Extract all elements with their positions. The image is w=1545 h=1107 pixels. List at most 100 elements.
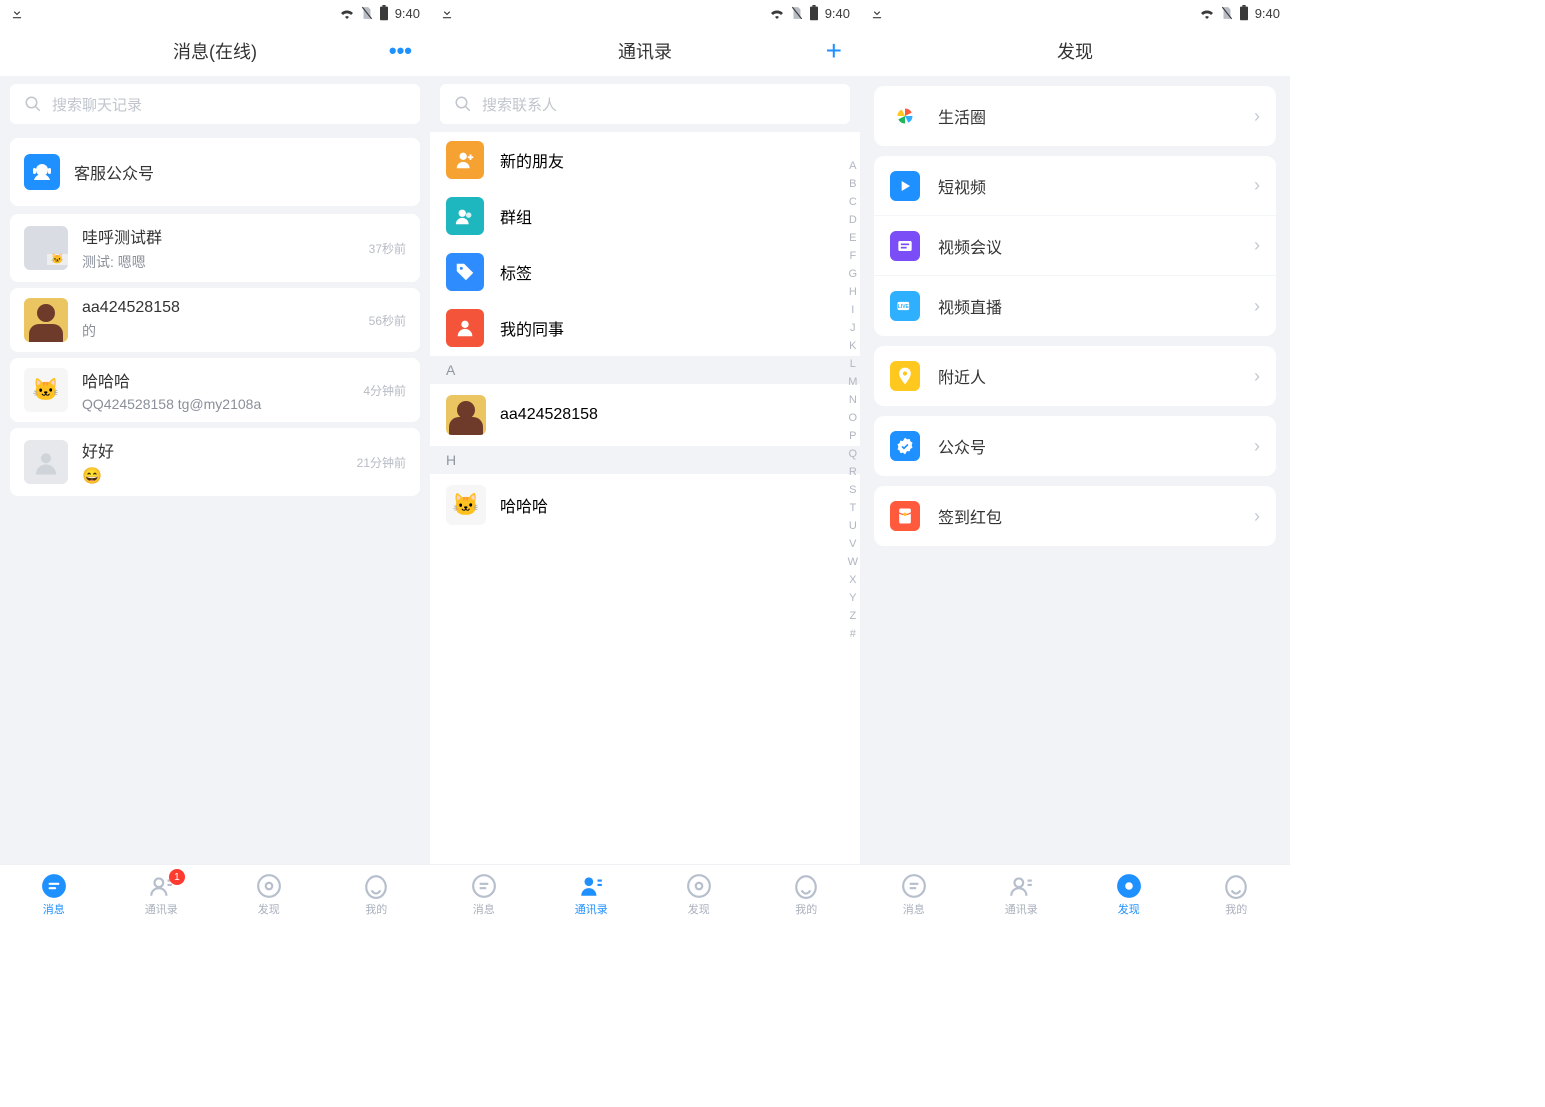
screen-contacts: 9:40 通讯录 + 搜索联系人 新的朋友 群组 (430, 0, 860, 924)
service-icon (24, 154, 60, 190)
search-bar[interactable]: 搜索聊天记录 (10, 84, 420, 124)
index-letter[interactable]: H (848, 286, 858, 302)
discover-row[interactable]: 公众号› (874, 416, 1276, 476)
index-letter[interactable]: F (848, 250, 858, 266)
chat-icon (471, 873, 497, 899)
chat-row[interactable]: 🐱 哇呼测试群 测试: 嗯嗯 37秒前 (10, 214, 420, 282)
menu-groups[interactable]: 群组 (430, 188, 860, 244)
no-sim-icon (791, 6, 803, 20)
discover-row[interactable]: 生活圈› (874, 86, 1276, 146)
chat-name: aa424528158 (82, 299, 361, 317)
redpacket-icon (890, 501, 920, 531)
index-letter[interactable]: E (848, 232, 858, 248)
discover-row[interactable]: 短视频› (874, 156, 1276, 216)
index-letter[interactable]: S (848, 484, 858, 500)
nav-label: 通讯录 (145, 901, 178, 917)
badgecheck-icon (890, 431, 920, 461)
chat-row[interactable]: aa424528158 的 56秒前 (10, 288, 420, 352)
index-letter[interactable]: L (848, 358, 858, 374)
discover-row[interactable]: LIVE视频直播› (874, 276, 1276, 336)
discover-icon (1116, 873, 1142, 899)
index-letter[interactable]: Q (848, 448, 858, 464)
battery-icon (809, 5, 819, 21)
index-letter[interactable]: V (848, 538, 858, 554)
more-button[interactable]: ••• (389, 38, 412, 64)
menu-tags[interactable]: 标签 (430, 244, 860, 300)
menu-label: 新的朋友 (500, 148, 564, 172)
nav-discover[interactable]: 发现 (215, 865, 323, 924)
nav-contacts[interactable]: 通讯录 (538, 865, 646, 924)
nav-contacts[interactable]: 1 通讯录 (108, 865, 216, 924)
nav-messages[interactable]: 消息 (0, 865, 108, 924)
discover-row[interactable]: 视频会议› (874, 216, 1276, 276)
nav-label: 通讯录 (1005, 901, 1038, 917)
index-letter[interactable]: A (848, 160, 858, 176)
index-letter[interactable]: X (848, 574, 858, 590)
discover-group: 短视频›视频会议›LIVE视频直播› (874, 156, 1276, 336)
menu-new-friends[interactable]: 新的朋友 (430, 132, 860, 188)
live-icon: LIVE (890, 291, 920, 321)
index-letter[interactable]: D (848, 214, 858, 230)
contact-row[interactable]: 🐱 哈哈哈 (430, 474, 860, 536)
download-icon (10, 6, 24, 20)
index-letter[interactable]: # (848, 628, 858, 644)
badge: 1 (169, 869, 185, 885)
mine-icon (1223, 873, 1249, 899)
discover-icon (256, 873, 282, 899)
nav-mine[interactable]: 我的 (1183, 865, 1291, 924)
nav-messages[interactable]: 消息 (430, 865, 538, 924)
index-letter[interactable]: Z (848, 610, 858, 626)
search-bar[interactable]: 搜索联系人 (440, 84, 850, 124)
index-letter[interactable]: M (848, 376, 858, 392)
search-icon (24, 95, 42, 113)
index-letter[interactable]: J (848, 322, 858, 338)
discover-group: 生活圈› (874, 86, 1276, 146)
index-letter[interactable]: U (848, 520, 858, 536)
chat-preview: 测试: 嗯嗯 (82, 252, 361, 272)
chevron-right-icon: › (1254, 235, 1260, 256)
chat-time: 37秒前 (369, 240, 406, 257)
index-letter[interactable]: W (848, 556, 858, 572)
index-letter[interactable]: Y (848, 592, 858, 608)
index-letter[interactable]: R (848, 466, 858, 482)
chevron-right-icon: › (1254, 106, 1260, 127)
contact-row[interactable]: aa424528158 (430, 384, 860, 446)
avatar: 🐱 (446, 485, 486, 525)
index-letter[interactable]: I (848, 304, 858, 320)
index-letter[interactable]: B (848, 178, 858, 194)
menu-colleagues[interactable]: 我的同事 (430, 300, 860, 356)
chat-name: 哈哈哈 (82, 368, 355, 392)
wifi-icon (1199, 7, 1215, 19)
service-account-row[interactable]: 客服公众号 (10, 138, 420, 206)
no-sim-icon (1221, 6, 1233, 20)
chat-preview: 的 (82, 321, 361, 341)
screen-messages: 9:40 消息(在线) ••• 搜索聊天记录 客服公众号 🐱 哇呼测试群 测试:… (0, 0, 430, 924)
index-letter[interactable]: K (848, 340, 858, 356)
nav-discover[interactable]: 发现 (645, 865, 753, 924)
chat-row[interactable]: 🐱 哈哈哈 QQ424528158 tg@my2108a 4分钟前 (10, 358, 420, 422)
download-icon (440, 6, 454, 20)
discover-label: 公众号 (938, 434, 1254, 458)
search-icon (454, 95, 472, 113)
nav-contacts[interactable]: 通讯录 (968, 865, 1076, 924)
search-placeholder: 搜索聊天记录 (52, 94, 142, 115)
alphabet-index[interactable]: ABCDEFGHIJKLMNOPQRSTUVWXYZ # (848, 160, 858, 644)
nav-discover[interactable]: 发现 (1075, 865, 1183, 924)
nav-messages[interactable]: 消息 (860, 865, 968, 924)
discover-row[interactable]: 附近人› (874, 346, 1276, 406)
discover-row[interactable]: 签到红包› (874, 486, 1276, 546)
index-letter[interactable]: T (848, 502, 858, 518)
index-letter[interactable]: G (848, 268, 858, 284)
index-letter[interactable]: P (848, 430, 858, 446)
discover-label: 生活圈 (938, 104, 1254, 128)
index-letter[interactable]: C (848, 196, 858, 212)
nav-mine[interactable]: 我的 (323, 865, 431, 924)
chat-row[interactable]: 好好 😄 21分钟前 (10, 428, 420, 496)
chat-icon (901, 873, 927, 899)
nav-mine[interactable]: 我的 (753, 865, 861, 924)
status-bar: 9:40 (0, 0, 430, 26)
index-letter[interactable]: N (848, 394, 858, 410)
index-letter[interactable]: O (848, 412, 858, 428)
nav-label: 我的 (365, 901, 387, 917)
add-button[interactable]: + (826, 35, 842, 67)
